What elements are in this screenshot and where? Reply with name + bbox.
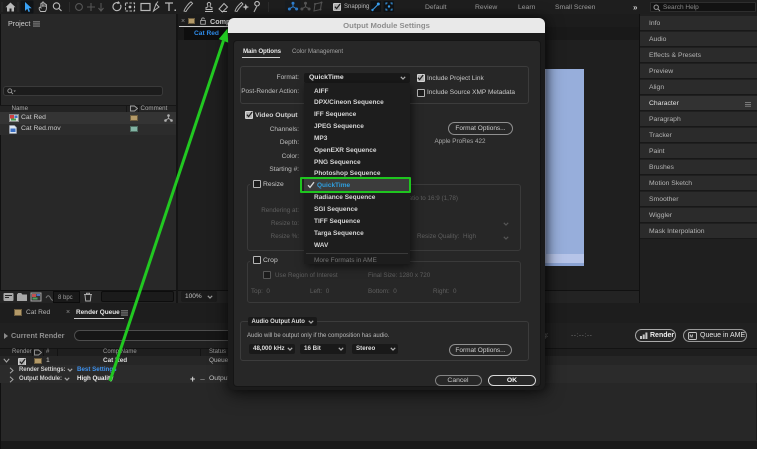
svg-text:8 bpc: 8 bpc <box>58 295 73 301</box>
svg-text:M: M <box>690 333 694 338</box>
